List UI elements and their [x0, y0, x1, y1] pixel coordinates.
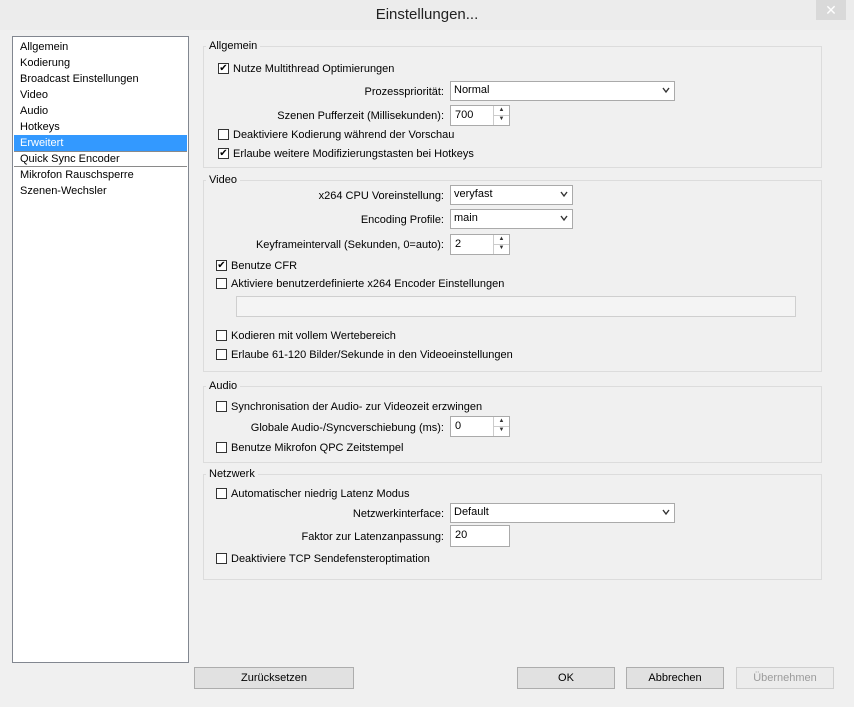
disable-encoding-checkbox[interactable] [218, 129, 229, 140]
close-icon[interactable]: ✕ [816, 0, 846, 20]
sidebar-item-erweitert[interactable]: Erweitert [14, 135, 187, 151]
chevron-down-icon [560, 191, 568, 198]
spin-buttons: ▲ ▼ [493, 417, 509, 436]
offset-spinbox[interactable]: 0 ▲ ▼ [450, 416, 510, 437]
full-range-checkbox[interactable] [216, 330, 227, 341]
sidebar-item-audio[interactable]: Audio [14, 103, 187, 119]
profile-select[interactable]: main [450, 209, 573, 229]
disable-encoding-label: Deaktiviere Kodierung während der Vorsch… [233, 129, 455, 141]
cancel-button[interactable]: Abbrechen [626, 667, 724, 689]
sidebar-item-video[interactable]: Video [14, 87, 187, 103]
buffer-value: 700 [455, 109, 474, 121]
chevron-down-icon [662, 509, 670, 516]
spin-down-icon[interactable]: ▼ [494, 115, 509, 124]
cfr-checkbox[interactable]: ✔ [216, 260, 227, 271]
settings-category-list[interactable]: Allgemein Kodierung Broadcast Einstellun… [12, 36, 189, 663]
group-label-audio: Audio [206, 380, 241, 392]
profile-label: Encoding Profile: [360, 214, 444, 226]
low-latency-checkbox[interactable] [216, 488, 227, 499]
qpc-checkbox[interactable] [216, 442, 227, 453]
allow-modifiers-label: Erlaube weitere Modifizierungstasten bei… [233, 148, 474, 160]
allow-fps-checkbox[interactable] [216, 349, 227, 360]
spin-down-icon[interactable]: ▼ [494, 244, 509, 253]
sidebar-item-szenen-wechsler[interactable]: Szenen-Wechsler [14, 183, 187, 199]
offset-value: 0 [455, 420, 462, 432]
group-label-allgemein: Allgemein [206, 40, 261, 52]
chevron-down-icon [560, 215, 568, 222]
offset-label: Globale Audio-/Syncverschiebung (ms): [250, 422, 444, 434]
apply-button[interactable]: Übernehmen [736, 667, 834, 689]
ok-button[interactable]: OK [517, 667, 615, 689]
factor-label: Faktor zur Latenzanpassung: [301, 531, 444, 543]
profile-value: main [454, 212, 478, 224]
sidebar-item-mikrofon[interactable]: Mikrofon Rauschsperre [14, 167, 187, 183]
prio-label: Prozesspriorität: [364, 86, 444, 98]
iface-value: Default [454, 506, 489, 518]
prio-value: Normal [454, 84, 490, 96]
custom-x264-input[interactable] [236, 296, 796, 317]
check-icon: ✔ [219, 63, 228, 74]
spin-buttons: ▲ ▼ [493, 235, 509, 254]
sidebar-item-kodierung[interactable]: Kodierung [14, 55, 187, 71]
allow-fps-label: Erlaube 61-120 Bilder/Sekunde in den Vid… [231, 349, 513, 361]
prio-select[interactable]: Normal [450, 81, 675, 101]
factor-input[interactable]: 20 [450, 525, 510, 547]
tcp-checkbox[interactable] [216, 553, 227, 564]
group-label-netzwerk: Netzwerk [206, 468, 258, 480]
full-range-label: Kodieren mit vollem Wertebereich [231, 330, 396, 342]
allow-modifiers-checkbox[interactable]: ✔ [218, 148, 229, 159]
check-icon: ✔ [219, 148, 228, 159]
multithread-checkbox[interactable]: ✔ [218, 63, 229, 74]
custom-x264-label: Aktiviere benutzerdefinierte x264 Encode… [231, 278, 505, 290]
sidebar-item-quick-sync[interactable]: Quick Sync Encoder [14, 151, 187, 167]
iface-select[interactable]: Default [450, 503, 675, 523]
cfr-label: Benutze CFR [231, 260, 298, 272]
qpc-label: Benutze Mikrofon QPC Zeitstempel [231, 442, 404, 454]
chevron-down-icon [662, 87, 670, 94]
check-icon: ✔ [217, 260, 226, 271]
keyframe-value: 2 [455, 238, 462, 250]
reset-button[interactable]: Zurücksetzen [194, 667, 354, 689]
tcp-label: Deaktiviere TCP Sendefensteroptimation [231, 553, 430, 565]
iface-label: Netzwerkinterface: [352, 508, 444, 520]
sidebar-item-broadcast[interactable]: Broadcast Einstellungen [14, 71, 187, 87]
audio-sync-checkbox[interactable] [216, 401, 227, 412]
spin-buttons: ▲ ▼ [493, 106, 509, 125]
preset-value: veryfast [454, 188, 493, 200]
multithread-label: Nutze Multithread Optimierungen [233, 63, 395, 75]
window-title: Einstellungen... [375, 6, 479, 23]
low-latency-label: Automatischer niedrig Latenz Modus [231, 488, 410, 500]
sidebar-item-hotkeys[interactable]: Hotkeys [14, 119, 187, 135]
preset-label: x264 CPU Voreinstellung: [318, 190, 444, 202]
keyframe-spinbox[interactable]: 2 ▲ ▼ [450, 234, 510, 255]
custom-x264-checkbox[interactable] [216, 278, 227, 289]
audio-sync-label: Synchronisation der Audio- zur Videozeit… [231, 401, 483, 413]
keyframe-label: Keyframeintervall (Sekunden, 0=auto): [255, 239, 444, 251]
sidebar-item-allgemein[interactable]: Allgemein [14, 39, 187, 55]
buffer-spinbox[interactable]: 700 ▲ ▼ [450, 105, 510, 126]
spin-down-icon[interactable]: ▼ [494, 426, 509, 435]
preset-select[interactable]: veryfast [450, 185, 573, 205]
title-bar: Einstellungen... ✕ [0, 0, 854, 30]
buffer-label: Szenen Pufferzeit (Millisekunden): [277, 110, 444, 122]
group-label-video: Video [206, 174, 240, 186]
